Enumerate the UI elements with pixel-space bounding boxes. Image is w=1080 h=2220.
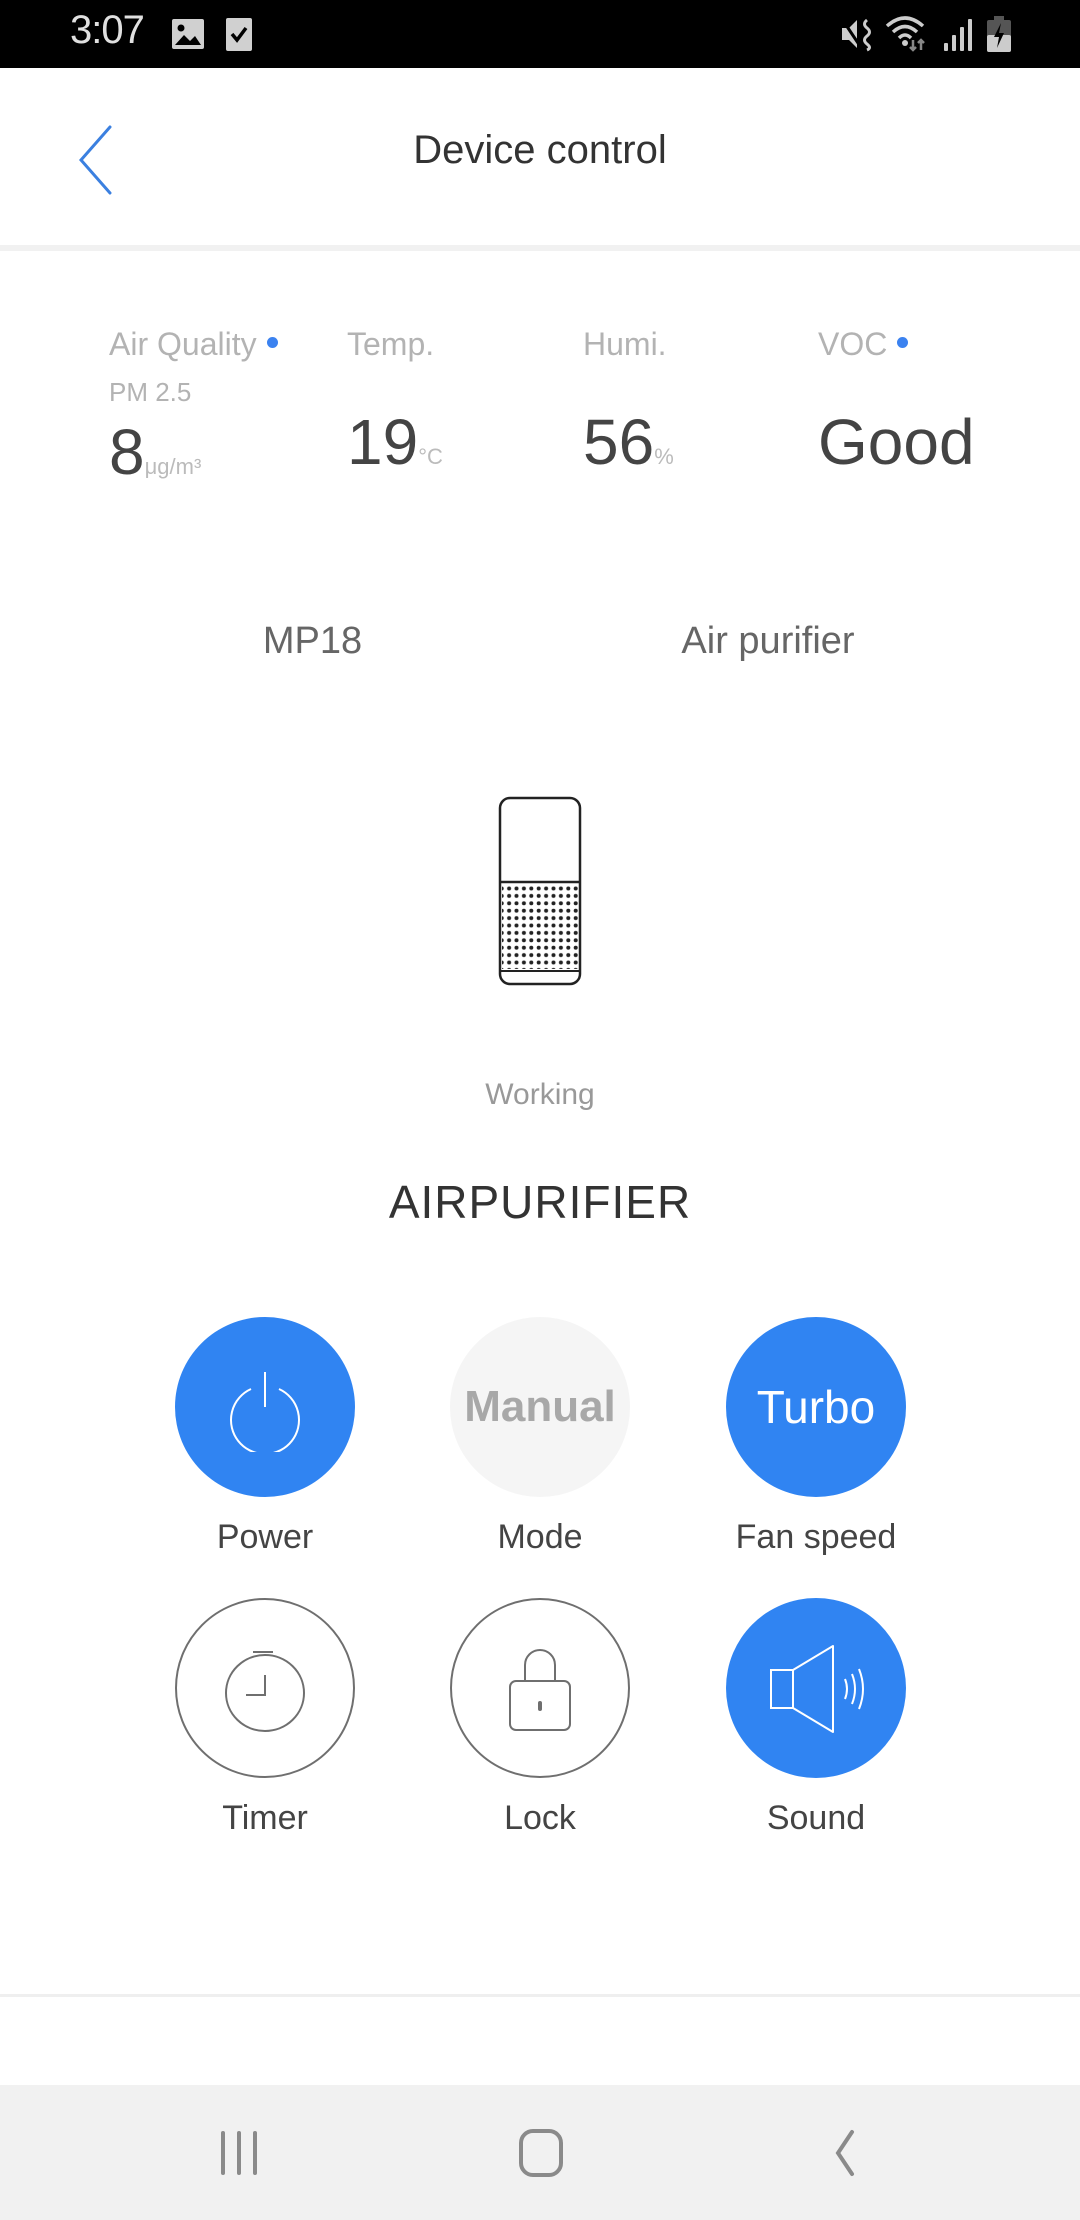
speaker-icon xyxy=(770,1645,864,1733)
checkbox-icon xyxy=(226,18,252,51)
timer-label: Timer xyxy=(222,1799,308,1837)
system-back-button[interactable] xyxy=(799,2115,889,2191)
status-bar: 3:07 xyxy=(0,0,1080,68)
sensor-value: 8 xyxy=(109,416,145,488)
sensor-reading: 56% xyxy=(583,410,674,474)
fan-speed-value: Turbo xyxy=(756,1381,876,1433)
sensor-reading: Good xyxy=(818,410,975,474)
status-time: 3:07 xyxy=(70,8,145,52)
home-icon xyxy=(519,2129,563,2177)
sensor-value: 19 xyxy=(347,406,419,478)
sensor-unit: % xyxy=(654,444,674,469)
status-indicator-dot xyxy=(266,337,278,349)
lock-label: Lock xyxy=(504,1799,576,1837)
timer-icon xyxy=(225,1651,305,1732)
wifi-icon xyxy=(885,16,925,52)
lock-icon xyxy=(509,1649,571,1731)
lock-button[interactable] xyxy=(450,1598,630,1778)
mode-label: Mode xyxy=(497,1518,583,1556)
sensor-reading: 19°C xyxy=(347,410,443,474)
device-name: AIRPURIFIER xyxy=(388,1176,692,1228)
device-model: MP18 xyxy=(262,620,363,662)
device-status: Working xyxy=(485,1078,595,1111)
status-indicator-dot xyxy=(897,337,909,349)
signal-icon xyxy=(944,19,972,51)
sound-button[interactable] xyxy=(726,1598,906,1778)
sensor-label: VOC xyxy=(818,326,975,363)
power-label: Power xyxy=(216,1518,314,1556)
power-button[interactable] xyxy=(175,1317,355,1497)
sensor-value: Good xyxy=(818,406,975,478)
fan-speed-label: Fan speed xyxy=(735,1518,897,1556)
back-arrow-icon xyxy=(835,2130,854,2176)
sensor-label: Humi. xyxy=(583,326,667,362)
sensor-voc: VOC Good xyxy=(818,326,975,474)
recent-apps-button[interactable] xyxy=(194,2115,284,2191)
sensor-temperature: Temp. 19°C xyxy=(347,326,443,474)
sensor-label: Air Quality xyxy=(109,326,278,363)
vibrate-mute-icon xyxy=(842,18,871,52)
battery-charging-icon xyxy=(987,16,1011,52)
power-icon xyxy=(230,1372,300,1452)
sensor-value: 56 xyxy=(583,406,655,478)
gallery-icon xyxy=(172,19,204,49)
sound-label: Sound xyxy=(766,1799,866,1837)
sensor-unit: °C xyxy=(418,444,443,469)
mode-button[interactable]: Manual xyxy=(450,1317,630,1497)
sensor-air-quality: Air Quality PM 2.5 8μg/m³ xyxy=(109,326,278,484)
fan-speed-button[interactable]: Turbo xyxy=(726,1317,906,1497)
sensor-label: Temp. xyxy=(347,326,435,362)
sensor-humidity: Humi. 56% xyxy=(583,326,674,474)
page-title: Device control xyxy=(413,128,667,172)
timer-button[interactable] xyxy=(175,1598,355,1778)
recent-apps-icon xyxy=(221,2131,257,2175)
sensor-unit: μg/m³ xyxy=(144,454,202,479)
device-type: Air purifier xyxy=(681,620,855,662)
home-button[interactable] xyxy=(496,2115,586,2191)
sensor-sub-label: PM 2.5 xyxy=(109,377,192,407)
header-divider xyxy=(0,245,1080,251)
air-purifier-illustration xyxy=(498,796,582,986)
content-divider xyxy=(0,1994,1080,1997)
mode-value: Manual xyxy=(464,1382,616,1431)
sensor-reading: 8μg/m³ xyxy=(109,420,278,484)
